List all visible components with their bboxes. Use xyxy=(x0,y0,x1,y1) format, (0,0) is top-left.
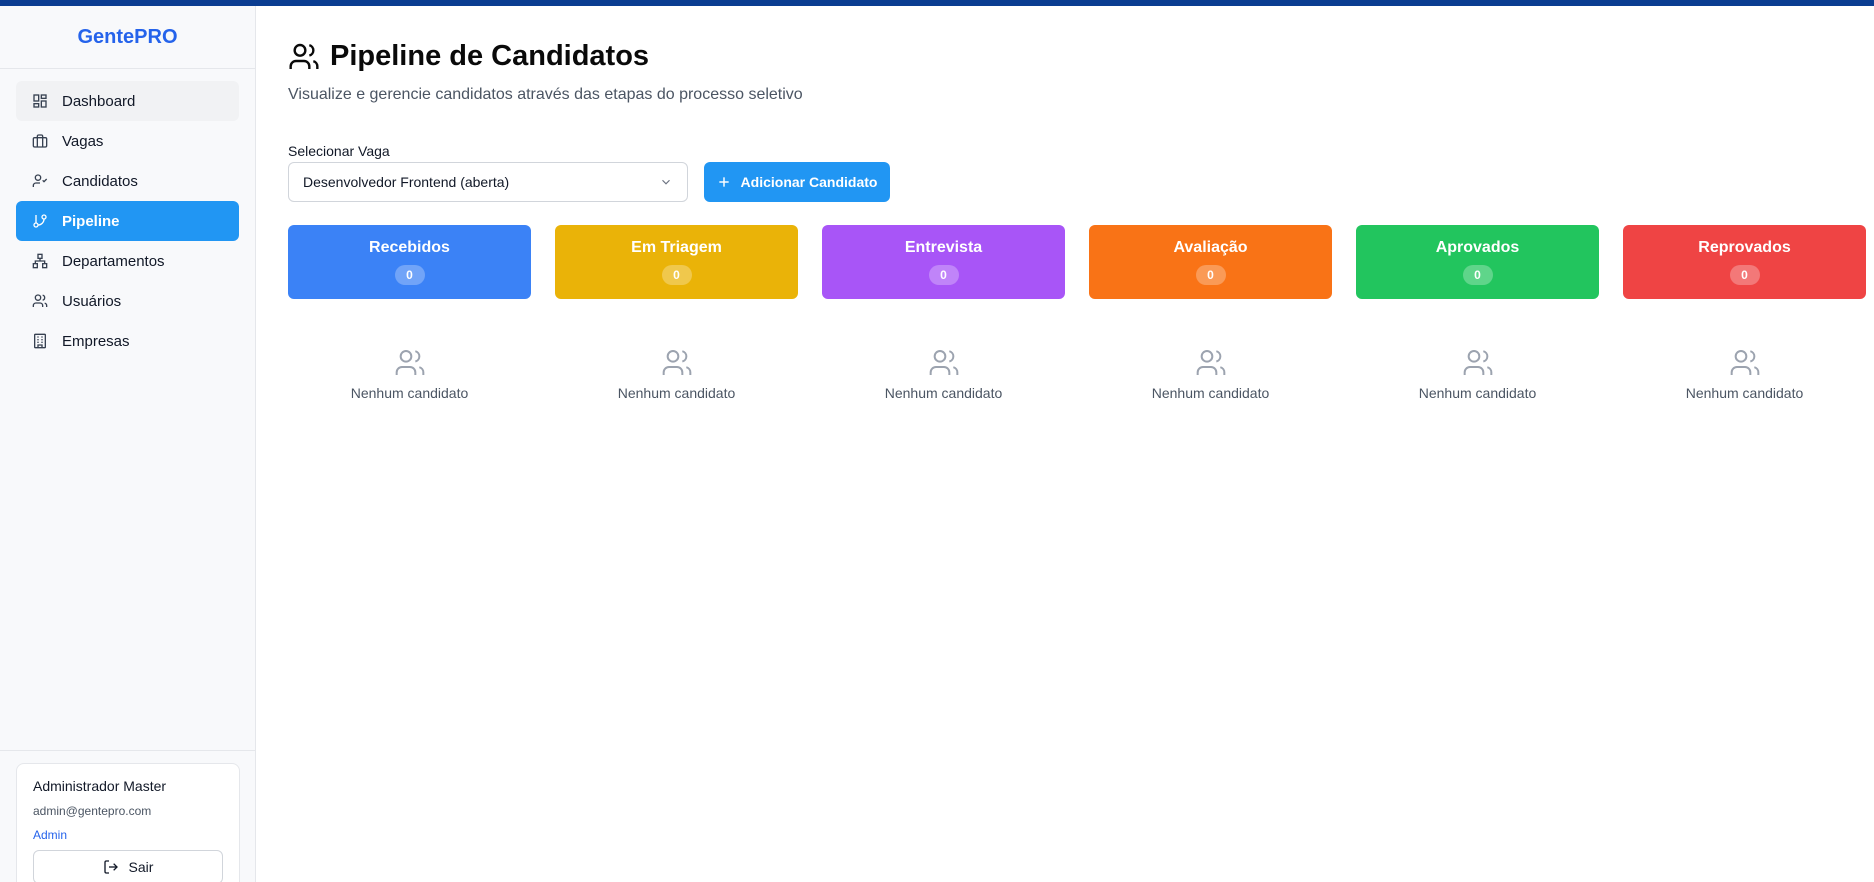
column-header: Aprovados 0 xyxy=(1356,225,1599,299)
empty-state-text: Nenhum candidato xyxy=(350,385,469,401)
sidebar-item-label: Dashboard xyxy=(62,92,136,110)
page-subtitle: Visualize e gerencie candidatos através … xyxy=(288,86,803,103)
empty-state: Nenhum candidato xyxy=(822,347,1065,401)
sidebar-item-label: Vagas xyxy=(62,132,104,150)
users-icon xyxy=(1730,350,1759,375)
sidebar-nav: Dashboard Vagas Candidatos Pipeline Depa… xyxy=(0,69,255,361)
users-icon xyxy=(1196,350,1225,375)
users-icon xyxy=(929,350,958,375)
column-title: Avaliação xyxy=(1173,239,1248,256)
sidebar-item-label: Departamentos xyxy=(62,252,165,270)
logout-icon xyxy=(103,860,118,874)
empty-state-text: Nenhum candidato xyxy=(884,385,1003,401)
logout-button[interactable]: Sair xyxy=(33,850,223,882)
users-icon xyxy=(1463,350,1492,375)
column-count-badge: 0 xyxy=(1195,265,1226,285)
column-header: Em Triagem 0 xyxy=(555,225,798,299)
main-content: Pipeline de Candidatos Visualize e geren… xyxy=(288,6,1874,882)
sidebar: GentePRO Dashboard Vagas Candidatos Pipe… xyxy=(0,6,256,882)
column-title: Entrevista xyxy=(904,239,983,256)
user-email: admin@gentepro.com xyxy=(33,804,152,818)
user-role: Admin xyxy=(33,828,68,842)
org-chart-icon xyxy=(32,253,48,269)
sidebar-item-usuarios[interactable]: Usuários xyxy=(16,281,239,321)
sidebar-item-pipeline[interactable]: Pipeline xyxy=(16,201,239,241)
users-icon xyxy=(395,350,424,375)
sidebar-item-vagas[interactable]: Vagas xyxy=(16,121,239,161)
user-panel: Administrador Master admin@gentepro.com … xyxy=(0,750,256,882)
column-count-badge: 0 xyxy=(394,265,425,285)
sidebar-item-label: Candidatos xyxy=(62,172,138,190)
briefcase-icon xyxy=(32,133,48,149)
column-header: Entrevista 0 xyxy=(822,225,1065,299)
column-title: Em Triagem xyxy=(631,239,722,256)
empty-state-text: Nenhum candidato xyxy=(1685,385,1804,401)
pipeline-column: Recebidos 0 Nenhum candidato xyxy=(288,225,531,401)
page-title: Pipeline de Candidatos xyxy=(288,40,649,73)
empty-state: Nenhum candidato xyxy=(1356,347,1599,401)
column-title: Reprovados xyxy=(1698,239,1791,256)
column-count-badge: 0 xyxy=(928,265,959,285)
column-header: Reprovados 0 xyxy=(1623,225,1866,299)
page-title-text: Pipeline de Candidatos xyxy=(330,40,650,72)
brand-logo[interactable]: GentePRO xyxy=(0,6,255,69)
column-count-badge: 0 xyxy=(1729,265,1760,285)
sidebar-item-dashboard[interactable]: Dashboard xyxy=(16,81,239,121)
user-card: Administrador Master admin@gentepro.com … xyxy=(16,763,240,882)
pipeline-column: Avaliação 0 Nenhum candidato xyxy=(1089,225,1332,401)
add-candidate-button[interactable]: Adicionar Candidato xyxy=(704,162,890,202)
empty-state-text: Nenhum candidato xyxy=(1418,385,1537,401)
sidebar-item-label: Empresas xyxy=(62,332,130,350)
select-vaga-label: Selecionar Vaga xyxy=(288,143,390,159)
add-candidate-label: Adicionar Candidato xyxy=(740,174,878,190)
users-icon xyxy=(289,43,319,69)
sidebar-item-candidatos[interactable]: Candidatos xyxy=(16,161,239,201)
column-header: Avaliação 0 xyxy=(1089,225,1332,299)
empty-state: Nenhum candidato xyxy=(1089,347,1332,401)
vaga-select[interactable]: Desenvolvedor Frontend (aberta) xyxy=(288,162,688,202)
pipeline-column: Reprovados 0 Nenhum candidato xyxy=(1623,225,1866,401)
dashboard-icon xyxy=(32,93,48,109)
column-header: Recebidos 0 xyxy=(288,225,531,299)
column-title: Recebidos xyxy=(369,239,450,256)
plus-icon xyxy=(718,177,729,187)
sidebar-item-empresas[interactable]: Empresas xyxy=(16,321,239,361)
pipeline-column: Em Triagem 0 Nenhum candidato xyxy=(555,225,798,401)
column-count-badge: 0 xyxy=(1462,265,1493,285)
building-icon xyxy=(32,333,48,349)
pipeline-column: Aprovados 0 Nenhum candidato xyxy=(1356,225,1599,401)
empty-state: Nenhum candidato xyxy=(1623,347,1866,401)
empty-state: Nenhum candidato xyxy=(555,347,798,401)
sidebar-item-departamentos[interactable]: Departamentos xyxy=(16,241,239,281)
user-name: Administrador Master xyxy=(33,778,167,794)
git-branch-icon xyxy=(32,213,48,229)
sidebar-item-label: Usuários xyxy=(62,292,122,310)
sidebar-item-label: Pipeline xyxy=(62,212,120,230)
logout-label: Sair xyxy=(128,859,154,875)
empty-state: Nenhum candidato xyxy=(288,347,531,401)
vaga-select-value: Desenvolvedor Frontend (aberta) xyxy=(303,174,510,190)
pipeline-column: Entrevista 0 Nenhum candidato xyxy=(822,225,1065,401)
pipeline-columns: Recebidos 0 Nenhum candidato Em Triagem … xyxy=(288,225,1874,401)
chevron-down-icon xyxy=(662,179,670,185)
column-title: Aprovados xyxy=(1435,239,1520,256)
empty-state-text: Nenhum candidato xyxy=(617,385,736,401)
user-check-icon xyxy=(32,173,48,189)
users-icon xyxy=(32,293,48,309)
users-icon xyxy=(662,350,691,375)
empty-state-text: Nenhum candidato xyxy=(1151,385,1270,401)
column-count-badge: 0 xyxy=(661,265,692,285)
